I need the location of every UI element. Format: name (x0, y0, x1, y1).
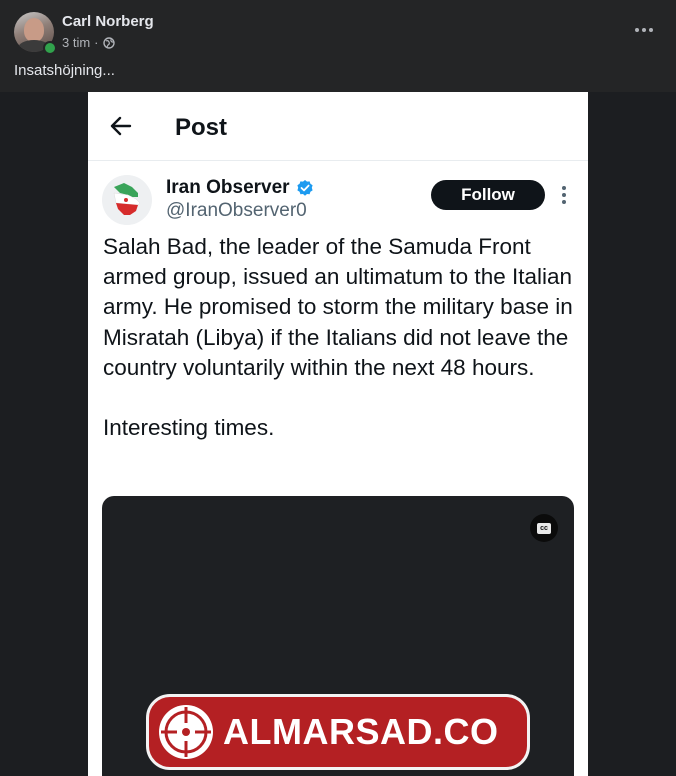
watermark-badge: ALMARSAD.CO (146, 694, 530, 770)
cc-icon: cc (530, 514, 558, 542)
tweet-author-name: Iran Observer (166, 177, 314, 199)
verified-icon (296, 179, 314, 197)
online-status-dot (43, 41, 57, 55)
post-time[interactable]: 3 tim (62, 35, 90, 50)
post-meta: 3 tim · (62, 35, 115, 50)
kebab-icon (561, 186, 567, 204)
globe-icon[interactable] (102, 36, 115, 49)
tweet-page-title: Post (175, 114, 228, 141)
tweet-video: cc ALMARSAD.CO (102, 496, 574, 776)
watermark-logo (159, 705, 213, 759)
more-options-icon[interactable] (630, 20, 658, 40)
tweet-text: Salah Bad, the leader of the Samuda Fron… (103, 232, 583, 443)
tweet-topbar: Post (88, 92, 588, 161)
meta-separator: · (94, 35, 99, 50)
tweet-handle: @IranObserver0 (166, 200, 307, 221)
post-header: Carl Norberg 3 tim · Insatshöjning... (0, 0, 676, 92)
author-name[interactable]: Carl Norberg (62, 13, 154, 30)
watermark-text: ALMARSAD.CO (223, 711, 499, 752)
tweet-display-name: Iran Observer (166, 177, 290, 198)
follow-button: Follow (431, 180, 545, 210)
cc-label: cc (537, 522, 551, 534)
back-arrow-icon (110, 116, 132, 136)
tweet-text-paragraph: Interesting times. (103, 415, 275, 441)
post-caption: Insatshöjning... (14, 62, 115, 79)
tweet-avatar (102, 175, 152, 225)
tweet-text-paragraph: Salah Bad, the leader of the Samuda Fron… (103, 234, 573, 380)
post-image[interactable]: Post Iran Observer @IranObserver0 Follow… (88, 92, 588, 776)
